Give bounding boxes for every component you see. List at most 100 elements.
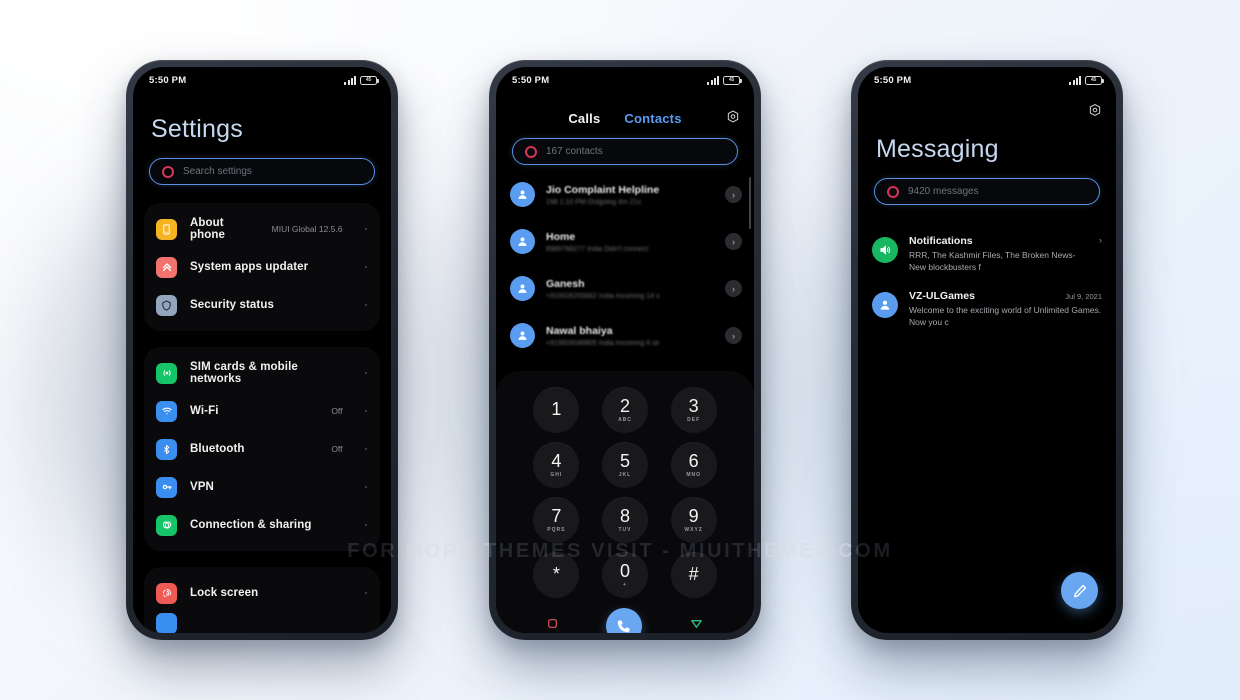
chevron-dot-icon [364, 227, 367, 231]
dialpad-key-hash[interactable]: # [670, 552, 717, 598]
sidebar-item-vpn[interactable]: VPN [144, 468, 380, 506]
list-item[interactable]: Nawal bhaiya +919926048805 India Incomin… [496, 312, 754, 359]
key-digit: 2 [619, 396, 630, 416]
search-messages-field[interactable]: 9420 messages [874, 178, 1100, 205]
chevron-right-icon[interactable]: › [725, 280, 742, 297]
contact-subtitle: 8989788277 India Didn't connect [546, 245, 649, 253]
sidebar-item-about-phone[interactable]: About phone MIUI Global 12.5.6 [144, 210, 380, 248]
gear-icon[interactable] [726, 109, 740, 128]
item-label: Wi-Fi [190, 405, 219, 417]
item-label: System apps updater [190, 261, 309, 273]
settings-scroll-area[interactable]: Settings Search settings About phone MIU… [133, 93, 391, 633]
list-item[interactable]: Notifications RRR, The Kashmir Files, Th… [858, 227, 1116, 282]
contact-avatar-icon [510, 276, 535, 301]
dialpad-key-1[interactable]: 1 [533, 387, 580, 433]
triangle-down-icon[interactable] [689, 616, 704, 633]
status-time: 5:50 PM [512, 74, 550, 86]
list-item[interactable]: Home 8989788277 India Didn't connect › [496, 218, 754, 265]
sidebar-item-connection-sharing[interactable]: Connection & sharing [144, 506, 380, 544]
signal-bars-icon [1069, 75, 1081, 85]
sidebar-item-partially-visible[interactable] [144, 612, 380, 633]
battery-level: 45 [365, 77, 372, 83]
dialpad-key-5[interactable]: 5 JKL [601, 442, 648, 488]
chevron-dot-icon [364, 485, 367, 489]
list-scrollbar[interactable] [749, 177, 751, 229]
dialpad-key-0[interactable]: 0 + [601, 552, 648, 598]
chevron-dot-icon [364, 371, 367, 375]
item-value: MIUI Global 12.5.6 [271, 224, 343, 234]
contact-name: Nawal bhaiya [546, 324, 613, 337]
phone-icon [156, 218, 177, 240]
battery-icon: 45 [723, 75, 742, 85]
phone-dialer: 5:50 PM 45 Calls Contacts 167 contacts J… [489, 60, 761, 640]
search-contacts-field[interactable]: 167 contacts [512, 138, 738, 165]
search-placeholder: 167 contacts [546, 146, 603, 157]
dialpad-key-6[interactable]: 6 MNO [670, 442, 717, 488]
chevron-right-icon[interactable]: › [725, 233, 742, 250]
search-placeholder: Search settings [183, 166, 252, 177]
battery-icon: 45 [360, 75, 379, 85]
message-preview: Welcome to the exciting world of Unlimit… [909, 304, 1102, 327]
dialpad-key-7[interactable]: 7 PQRS [533, 497, 580, 543]
status-icons: 45 [344, 75, 379, 85]
sidebar-item-bluetooth[interactable]: Bluetooth Off [144, 430, 380, 468]
key-letters: GHI [550, 472, 563, 478]
dialpad-key-9[interactable]: 9 WXYZ [670, 497, 717, 543]
contact-avatar-icon [510, 229, 535, 254]
dialpad-key-3[interactable]: 3 DEF [670, 387, 717, 433]
chevron-right-icon[interactable]: › [725, 327, 742, 344]
signal-bars-icon [707, 75, 719, 85]
dialpad-key-star[interactable]: * [533, 552, 580, 598]
sidebar-item-wifi[interactable]: Wi-Fi Off [144, 392, 380, 430]
sidebar-item-system-apps-updater[interactable]: System apps updater [144, 248, 380, 286]
battery-level: 45 [1090, 77, 1097, 83]
battery-icon: 45 [1085, 75, 1104, 85]
key-digit: 1 [551, 399, 562, 419]
compose-pencil-icon[interactable] [1061, 572, 1098, 609]
sidebar-item-security-status[interactable]: Security status [144, 286, 380, 324]
message-info: VZ-ULGames Jul 9, 2021 Welcome to the ex… [909, 290, 1102, 329]
search-settings-field[interactable]: Search settings [149, 158, 375, 185]
sidebar-item-sim-cards[interactable]: SIM cards & mobile networks [144, 354, 380, 392]
key-digit: 3 [688, 396, 699, 416]
settings-card-device: About phone MIUI Global 12.5.6 System ap… [144, 203, 380, 331]
square-icon[interactable] [546, 617, 559, 633]
dialer-screen: 5:50 PM 45 Calls Contacts 167 contacts J… [496, 67, 754, 633]
contact-info: Ganesh +919326255662 India Incoming 14 s [546, 278, 714, 300]
search-circle-icon [525, 145, 537, 158]
contact-info: Home 8989788277 India Didn't connect [546, 231, 714, 253]
shield-icon [156, 294, 177, 316]
contact-subtitle: 198 1:10 PM Outgoing 4m 21s [546, 198, 641, 206]
list-item[interactable]: VZ-ULGames Jul 9, 2021 Welcome to the ex… [858, 282, 1116, 337]
chevron-dot-icon [364, 447, 367, 451]
tab-contacts[interactable]: Contacts [624, 111, 681, 126]
dialer-tabs: Calls Contacts [496, 109, 754, 128]
contact-subtitle: +919326255662 India Incoming 14 s [546, 292, 660, 300]
chevron-right-icon[interactable]: › [725, 186, 742, 203]
display-icon [156, 612, 177, 633]
dialpad-key-4[interactable]: 4 GHI [533, 442, 580, 488]
messaging-screen: 5:50 PM 45 Messaging 9420 messages Notif… [858, 67, 1116, 633]
key-letters: TUV [618, 527, 632, 533]
list-item[interactable]: Jio Complaint Helpline 198 1:10 PM Outgo… [496, 171, 754, 218]
sidebar-item-lock-screen[interactable]: Lock screen [144, 574, 380, 612]
search-placeholder: 9420 messages [908, 186, 979, 197]
list-item[interactable]: Ganesh +919326255662 India Incoming 14 s… [496, 265, 754, 312]
contact-avatar-icon [510, 182, 535, 207]
contacts-list[interactable]: Jio Complaint Helpline 198 1:10 PM Outgo… [496, 171, 754, 363]
contact-avatar-icon [510, 323, 535, 348]
wifi-icon [156, 400, 177, 422]
gear-icon[interactable] [1088, 103, 1102, 122]
dialpad-key-2[interactable]: 2 ABC [601, 387, 648, 433]
dialpad-key-8[interactable]: 8 TUV [601, 497, 648, 543]
call-button[interactable] [605, 608, 642, 633]
chevron-right-icon[interactable]: › [1099, 235, 1102, 245]
key-letters: MNO [686, 472, 701, 478]
connection-sharing-icon [156, 514, 177, 536]
messages-list[interactable]: Notifications RRR, The Kashmir Files, Th… [858, 227, 1116, 336]
contact-name: Ganesh [546, 277, 585, 290]
item-label: Security status [190, 299, 274, 311]
item-label: Connection & sharing [190, 519, 312, 531]
battery-level: 45 [728, 77, 735, 83]
tab-calls[interactable]: Calls [568, 111, 600, 126]
